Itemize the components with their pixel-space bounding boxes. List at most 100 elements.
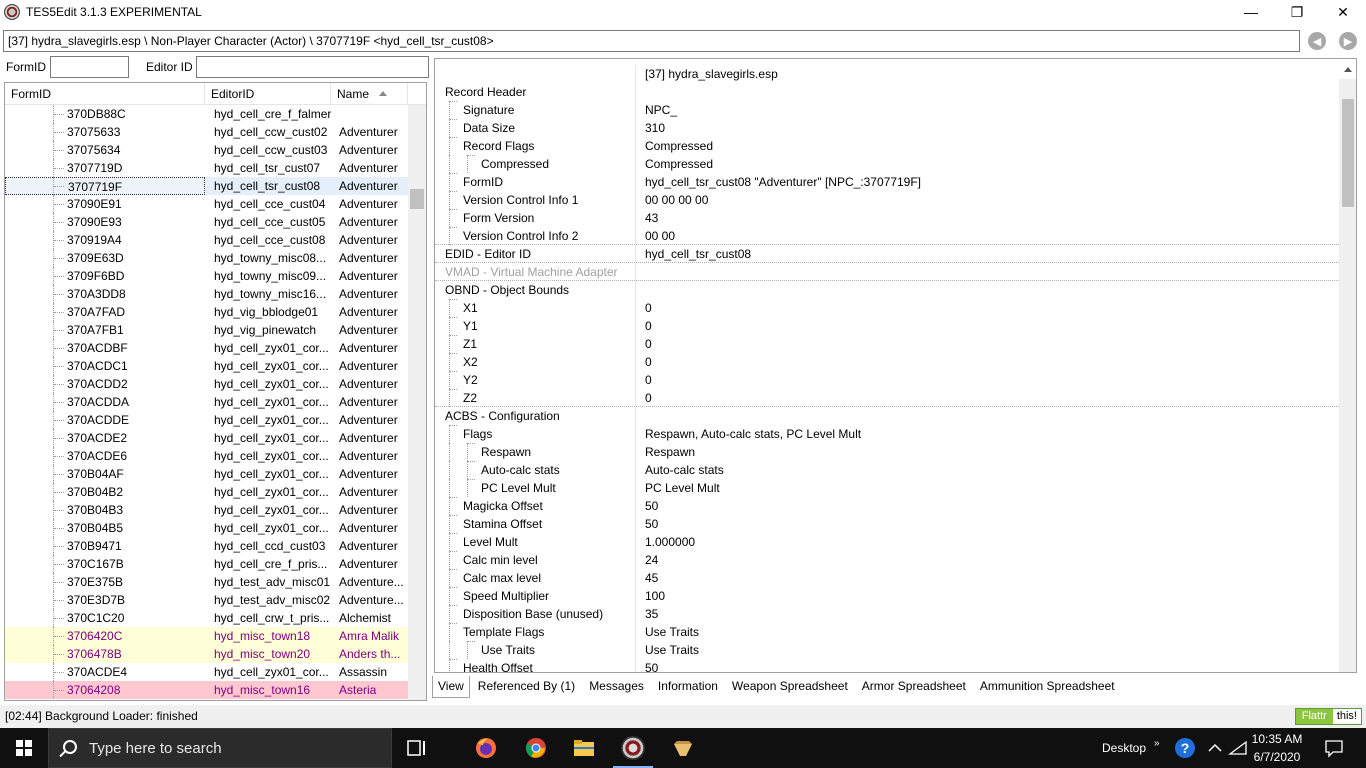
record-row[interactable]: Magicka Offset 50 xyxy=(435,497,1339,515)
record-view-scrollbar-thumb[interactable] xyxy=(1342,99,1354,207)
tree-row[interactable]: 37075633 hyd_cell_ccw_cust02 Adventurer xyxy=(5,123,408,141)
record-row[interactable]: EDID - Editor ID hyd_cell_tsr_cust08 xyxy=(435,245,1339,263)
record-row[interactable]: Health Offset 50 xyxy=(435,659,1339,672)
record-row[interactable]: Version Control Info 1 00 00 00 00 xyxy=(435,191,1339,209)
tree-row[interactable]: 370ACDE2 hyd_cell_zyx01_cor... Adventurer xyxy=(5,429,408,447)
tree-row[interactable]: 370C167B hyd_cell_cre_f_pris... Adventurer xyxy=(5,555,408,573)
tree-row[interactable]: 37090E93 hyd_cell_cce_cust05 Adventurer xyxy=(5,213,408,231)
record-row[interactable]: VMAD - Virtual Machine Adapter xyxy=(435,263,1339,281)
tes5edit-taskbar-icon[interactable] xyxy=(621,736,645,760)
forward-arrow-icon[interactable]: ▶ xyxy=(1339,32,1357,50)
record-row[interactable]: Calc max level 45 xyxy=(435,569,1339,587)
record-row[interactable]: Form Version 43 xyxy=(435,209,1339,227)
taskbar-search[interactable]: Type here to search xyxy=(48,728,392,768)
record-row[interactable]: Version Control Info 2 00 00 xyxy=(435,227,1339,245)
record-view-scrollbar[interactable] xyxy=(1339,67,1356,672)
tree-row[interactable]: 370B04B3 hyd_cell_zyx01_cor... Adventurer xyxy=(5,501,408,519)
tree-row[interactable]: 3707719F hyd_cell_tsr_cust08 Adventurer xyxy=(5,177,408,195)
record-row[interactable]: Level Mult 1.000000 xyxy=(435,533,1339,551)
desktop-toolbar[interactable]: Desktop » xyxy=(1102,728,1160,768)
record-row[interactable]: Flags Respawn, Auto-calc stats, PC Level … xyxy=(435,425,1339,443)
tree-row[interactable]: 370ACDE4 hyd_cell_zyx01_cor... Assassin xyxy=(5,663,408,681)
scroll-up-icon[interactable] xyxy=(1344,67,1352,72)
record-row[interactable]: Respawn Respawn xyxy=(435,443,1339,461)
record-view[interactable]: [37] hydra_slavegirls.esp Record Header S… xyxy=(434,58,1357,673)
record-row[interactable]: X1 0 xyxy=(435,299,1339,317)
record-tree-scrollbar-thumb[interactable] xyxy=(410,189,424,209)
tab-ammunition-spreadsheet[interactable]: Ammunition Spreadsheet xyxy=(974,676,1121,698)
tree-row[interactable]: 370A7FAD hyd_vig_bblodge01 Adventurer xyxy=(5,303,408,321)
record-row[interactable]: X2 0 xyxy=(435,353,1339,371)
record-row[interactable]: FormID hyd_cell_tsr_cust08 "Adventurer" [… xyxy=(435,173,1339,191)
file-explorer-icon[interactable] xyxy=(572,736,596,760)
record-row[interactable]: Speed Multiplier 100 xyxy=(435,587,1339,605)
record-row[interactable]: Z1 0 xyxy=(435,335,1339,353)
show-hidden-icons-icon[interactable] xyxy=(1203,736,1227,760)
record-row[interactable]: Signature NPC_ xyxy=(435,101,1339,119)
tree-row[interactable]: 370919A4 hyd_cell_cce_cust08 Adventurer xyxy=(5,231,408,249)
maximize-button[interactable]: ❐ xyxy=(1274,0,1320,24)
record-tree[interactable]: FormID EditorID Name 370DB88C hyd_cell_cr… xyxy=(4,82,427,701)
tree-row[interactable]: 37090E91 hyd_cell_cce_cust04 Adventurer xyxy=(5,195,408,213)
record-row[interactable]: Y2 0 xyxy=(435,371,1339,389)
tab-weapon-spreadsheet[interactable]: Weapon Spreadsheet xyxy=(726,676,854,698)
record-row[interactable]: Calc min level 24 xyxy=(435,551,1339,569)
formid-filter-input[interactable] xyxy=(50,56,129,78)
tab-referenced-by[interactable]: Referenced By (1) xyxy=(472,676,581,698)
record-row[interactable]: Auto-calc stats Auto-calc stats xyxy=(435,461,1339,479)
task-view-icon[interactable] xyxy=(405,736,429,760)
tab-armor-spreadsheet[interactable]: Armor Spreadsheet xyxy=(856,676,972,698)
editorid-filter-input[interactable] xyxy=(195,56,429,78)
record-row[interactable]: Compressed Compressed xyxy=(435,155,1339,173)
tree-row[interactable]: 370ACDBF hyd_cell_zyx01_cor... Adventurer xyxy=(5,339,408,357)
tree-row[interactable]: 3709E63D hyd_towny_misc08... Adventurer xyxy=(5,249,408,267)
tab-information[interactable]: Information xyxy=(652,676,724,698)
mod-organizer-icon[interactable] xyxy=(671,736,695,760)
column-formid[interactable]: FormID xyxy=(5,83,205,105)
tree-row[interactable]: 370B04B5 hyd_cell_zyx01_cor... Adventurer xyxy=(5,519,408,537)
record-row[interactable]: Stamina Offset 50 xyxy=(435,515,1339,533)
firefox-icon[interactable] xyxy=(474,736,498,760)
column-name[interactable]: Name xyxy=(331,83,408,105)
tree-row[interactable]: 3709F6BD hyd_towny_misc09... Adventurer xyxy=(5,267,408,285)
record-row[interactable]: Use Traits Use Traits xyxy=(435,641,1339,659)
help-icon[interactable]: ? xyxy=(1174,736,1198,760)
tree-row[interactable]: 370A7FB1 hyd_vig_pinewatch Adventurer xyxy=(5,321,408,339)
tree-row[interactable]: 370B9471 hyd_cell_ccd_cust03 Adventurer xyxy=(5,537,408,555)
record-row[interactable]: Z2 0 xyxy=(435,389,1339,407)
minimize-button[interactable]: — xyxy=(1228,0,1274,24)
tree-row[interactable]: 3707719D hyd_cell_tsr_cust07 Adventurer xyxy=(5,159,408,177)
tree-row[interactable]: 370C1C20 hyd_cell_crw_t_pris... Alchemist xyxy=(5,609,408,627)
notifications-icon[interactable] xyxy=(1322,736,1346,760)
chevron-right-icon[interactable]: » xyxy=(1154,738,1160,749)
record-row[interactable]: ACBS - Configuration xyxy=(435,407,1339,425)
tree-row[interactable]: 370E3D7B hyd_test_adv_misc02 Adventure... xyxy=(5,591,408,609)
record-row[interactable]: Data Size 310 xyxy=(435,119,1339,137)
record-tree-scrollbar[interactable] xyxy=(408,105,426,700)
tree-row[interactable]: 370DB88C hyd_cell_cre_f_falmer11 xyxy=(5,105,408,123)
tree-row[interactable]: 370ACDC1 hyd_cell_zyx01_cor... Adventurer xyxy=(5,357,408,375)
chrome-icon[interactable] xyxy=(524,736,548,760)
tab-messages[interactable]: Messages xyxy=(583,676,650,698)
tree-row[interactable]: 3706478B hyd_misc_town20 Anders th... xyxy=(5,645,408,663)
tree-row[interactable]: 370ACDDE hyd_cell_zyx01_cor... Adventurer xyxy=(5,411,408,429)
tree-row[interactable]: 37064208 hyd_misc_town16 Asteria xyxy=(5,681,408,699)
tree-row[interactable]: 3706420C hyd_misc_town18 Amra Malik xyxy=(5,627,408,645)
tab-view[interactable]: View xyxy=(432,676,470,698)
tree-row[interactable]: 370A3DD8 hyd_towny_misc16... Adventurer xyxy=(5,285,408,303)
tree-row[interactable]: 370E375B hyd_test_adv_misc01 Adventure... xyxy=(5,573,408,591)
column-editorid[interactable]: EditorID xyxy=(205,83,331,105)
record-path-field[interactable]: [37] hydra_slavegirls.esp \ Non-Player C… xyxy=(3,30,1300,52)
close-button[interactable]: ✕ xyxy=(1320,0,1366,24)
record-row[interactable]: Template Flags Use Traits xyxy=(435,623,1339,641)
record-row[interactable]: Disposition Base (unused) 35 xyxy=(435,605,1339,623)
tree-row[interactable]: 37075634 hyd_cell_ccw_cust03 Adventurer xyxy=(5,141,408,159)
back-arrow-icon[interactable]: ◀ xyxy=(1308,32,1326,50)
system-clock[interactable]: 10:35 AM 6/7/2020 xyxy=(1246,730,1308,766)
flattr-button[interactable]: Flattr this! xyxy=(1294,708,1362,725)
start-button[interactable] xyxy=(0,728,48,768)
tree-row[interactable]: 370ACDD2 hyd_cell_zyx01_cor... Adventurer xyxy=(5,375,408,393)
tree-row[interactable]: 370ACDE6 hyd_cell_zyx01_cor... Adventurer xyxy=(5,447,408,465)
record-row[interactable]: PC Level Mult PC Level Mult xyxy=(435,479,1339,497)
tree-row[interactable]: 370B04AF hyd_cell_zyx01_cor... Adventurer xyxy=(5,465,408,483)
